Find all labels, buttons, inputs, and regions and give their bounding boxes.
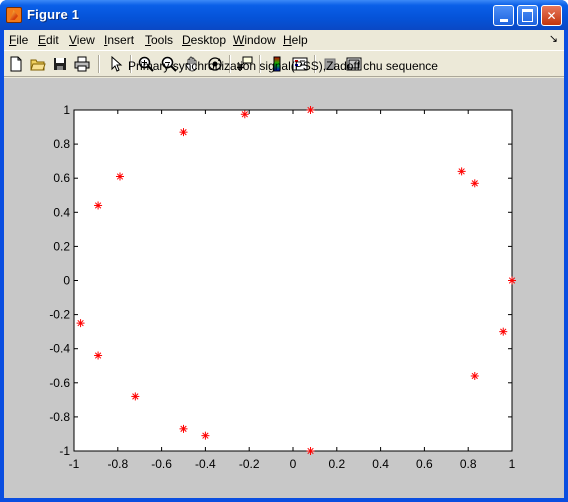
chart-title: Primary synchronization signal(PSS),Zado… — [128, 59, 438, 73]
y-tick-label: 0.8 — [53, 137, 70, 151]
data-point — [499, 327, 508, 336]
y-tick-label: 0.6 — [53, 171, 70, 185]
x-tick-label: 0 — [290, 457, 297, 471]
x-tick-label: 0.4 — [372, 457, 389, 471]
y-tick-label: -0.2 — [49, 308, 70, 322]
x-tick-label: 0.8 — [460, 457, 477, 471]
y-tick-label: -0.4 — [49, 342, 70, 356]
y-tick-label: -0.8 — [49, 410, 70, 424]
data-point — [306, 106, 315, 114]
y-tick-label: -1 — [59, 444, 70, 458]
data-point — [76, 319, 85, 328]
data-point — [508, 276, 516, 285]
x-tick-label: -1 — [69, 457, 80, 471]
x-tick-label: -0.8 — [107, 457, 128, 471]
y-tick-label: 0.4 — [53, 205, 70, 219]
x-tick-label: -0.2 — [239, 457, 260, 471]
x-tick-label: 0.2 — [328, 457, 345, 471]
y-tick-label: 0.2 — [53, 239, 70, 253]
x-tick-label: -0.6 — [151, 457, 172, 471]
x-tick-label: 0.6 — [416, 457, 433, 471]
plot-axes-box — [73, 109, 513, 452]
y-tick-label: 1 — [63, 103, 70, 117]
data-point — [470, 371, 479, 380]
y-tick-label: -0.6 — [49, 376, 70, 390]
scatter-plot: -1 -0.8 -0.6 -0.4 -0.2 0 0.2 0.4 0.6 0.8 1 -1 -0.8 -0… — [49, 103, 516, 471]
data-point — [470, 179, 479, 188]
y-tick-label: 0 — [63, 274, 70, 288]
figure-window: Figure 1 ✕ File Edit View Insert Tools D… — [0, 0, 568, 502]
x-tick-label: 1 — [509, 457, 516, 471]
data-point — [179, 424, 188, 433]
data-point — [306, 447, 315, 455]
x-tick-label: -0.4 — [195, 457, 216, 471]
